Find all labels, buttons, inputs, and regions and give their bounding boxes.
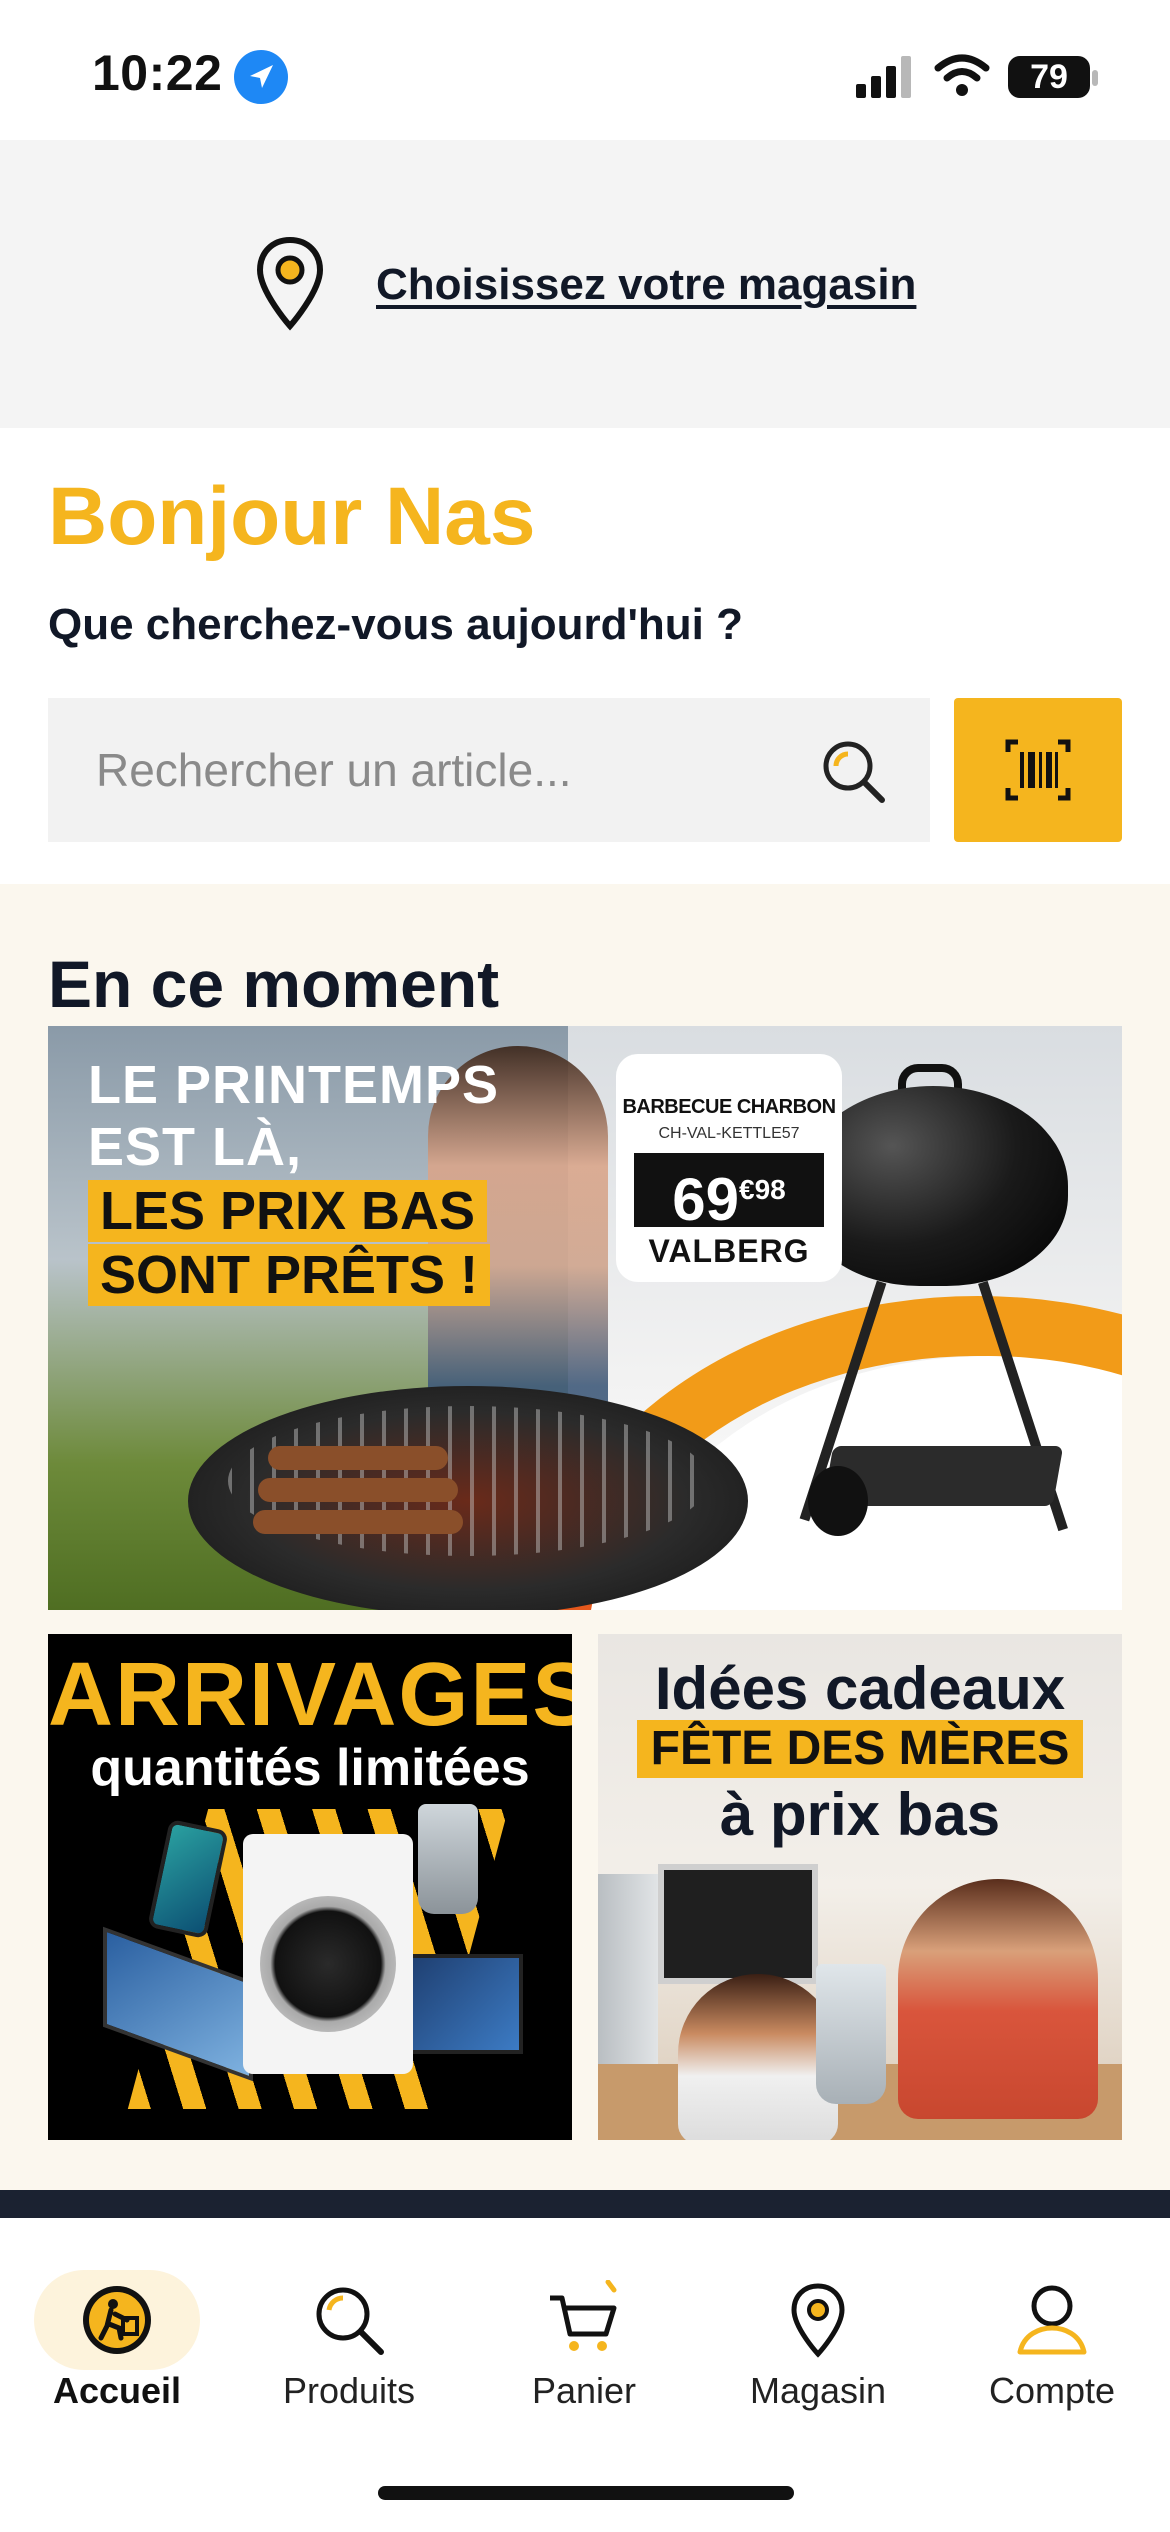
cart-icon	[550, 2280, 617, 2351]
barcode-scan-button[interactable]	[954, 698, 1122, 842]
promo-highlight: LES PRIX BAS	[88, 1180, 488, 1242]
home-indicator[interactable]	[378, 2486, 794, 2500]
nav-item-produits[interactable]: Produits	[249, 2250, 449, 2420]
moments-title: En ce moment	[48, 947, 500, 1021]
girl-image	[678, 1974, 838, 2140]
barcode-scan-icon	[1005, 739, 1071, 801]
map-pin-icon	[256, 236, 324, 331]
nav-item-panier[interactable]: Panier	[484, 2250, 684, 2420]
choose-store-link[interactable]: Choisissez votre magasin	[376, 260, 916, 310]
blender-image	[418, 1804, 478, 1914]
mothers-day-badge: FÊTE DES MÈRES	[636, 1720, 1084, 1778]
nav-label: Accueil	[52, 2370, 182, 2411]
search-icon[interactable]	[818, 736, 890, 808]
arrivages-banner[interactable]: ARRIVAGES quantités limitées	[48, 1634, 572, 2140]
cadeaux-subtitle: à prix bas	[719, 1781, 1001, 1848]
nav-label: Compte	[988, 2370, 1116, 2411]
mothers-day-banner[interactable]: Idées cadeaux FÊTE DES MÈRES à prix bas	[598, 1634, 1122, 2140]
price-card: BARBECUE CHARBON CH-VAL-KETTLE57 69€98 V…	[616, 1054, 842, 1282]
battery-icon: 79	[1008, 56, 1090, 98]
nav-label: Panier	[531, 2370, 637, 2411]
promo-headline: LE PRINTEMPS EST LÀ, LES PRIX BAS SONT P…	[88, 1054, 499, 1306]
promo-line: EST LÀ,	[88, 1117, 303, 1177]
nav-label: Magasin	[749, 2370, 887, 2411]
arrivages-title: ARRIVAGES	[48, 1645, 572, 1745]
arrivages-subtitle: quantités limitées	[90, 1739, 530, 1797]
price-cents: 98	[754, 1174, 786, 1205]
search-icon	[316, 2287, 384, 2355]
location-arrow-icon	[234, 50, 288, 104]
oven-image	[658, 1864, 818, 1984]
price-main: 69	[672, 1166, 739, 1233]
nav-label: Produits	[282, 2370, 416, 2411]
map-pin-icon	[791, 2283, 845, 2358]
moments-section: En ce moment LE PRINTEMPS EST LÀ, LES PR…	[0, 884, 1170, 2190]
status-time: 10:22	[92, 45, 223, 101]
price-currency: €	[739, 1174, 755, 1205]
woman-image	[898, 1879, 1098, 2119]
greeting-title: Bonjour Nas	[48, 471, 536, 562]
search-box	[48, 698, 930, 842]
nav-item-magasin[interactable]: Magasin	[718, 2250, 918, 2420]
promo-highlight: SONT PRÊTS !	[88, 1244, 491, 1306]
signal-icon	[856, 56, 911, 98]
status-bar: 10:22 79	[0, 0, 1170, 140]
battery-cap	[1092, 70, 1098, 86]
nav-item-compte[interactable]: Compte	[952, 2250, 1152, 2420]
product-ref: CH-VAL-KETTLE57	[658, 1125, 800, 1142]
brand-logo: VALBERG	[648, 1233, 810, 1269]
search-input[interactable]	[48, 698, 848, 842]
store-selector-bar[interactable]: Choisissez votre magasin	[0, 140, 1170, 428]
greeting-subtitle: Que cherchez-vous aujourd'hui ?	[48, 600, 743, 649]
spring-promo-banner[interactable]: LE PRINTEMPS EST LÀ, LES PRIX BAS SONT P…	[48, 1026, 1122, 1610]
bottom-nav: Accueil Produits Panier Magasin Compte	[0, 2218, 1170, 2532]
cadeaux-title: Idées cadeaux	[654, 1655, 1066, 1722]
product-name: BARBECUE CHARBON	[622, 1096, 836, 1118]
price-tag: 69€98	[634, 1153, 824, 1233]
nav-item-accueil[interactable]: Accueil	[17, 2250, 217, 2420]
promo-line: LE PRINTEMPS	[88, 1055, 500, 1115]
home-cart-icon	[83, 2286, 151, 2354]
blender-image	[816, 1964, 886, 2104]
wifi-icon	[934, 54, 990, 96]
footer-divider	[0, 2190, 1170, 2218]
user-icon	[1017, 2285, 1087, 2355]
